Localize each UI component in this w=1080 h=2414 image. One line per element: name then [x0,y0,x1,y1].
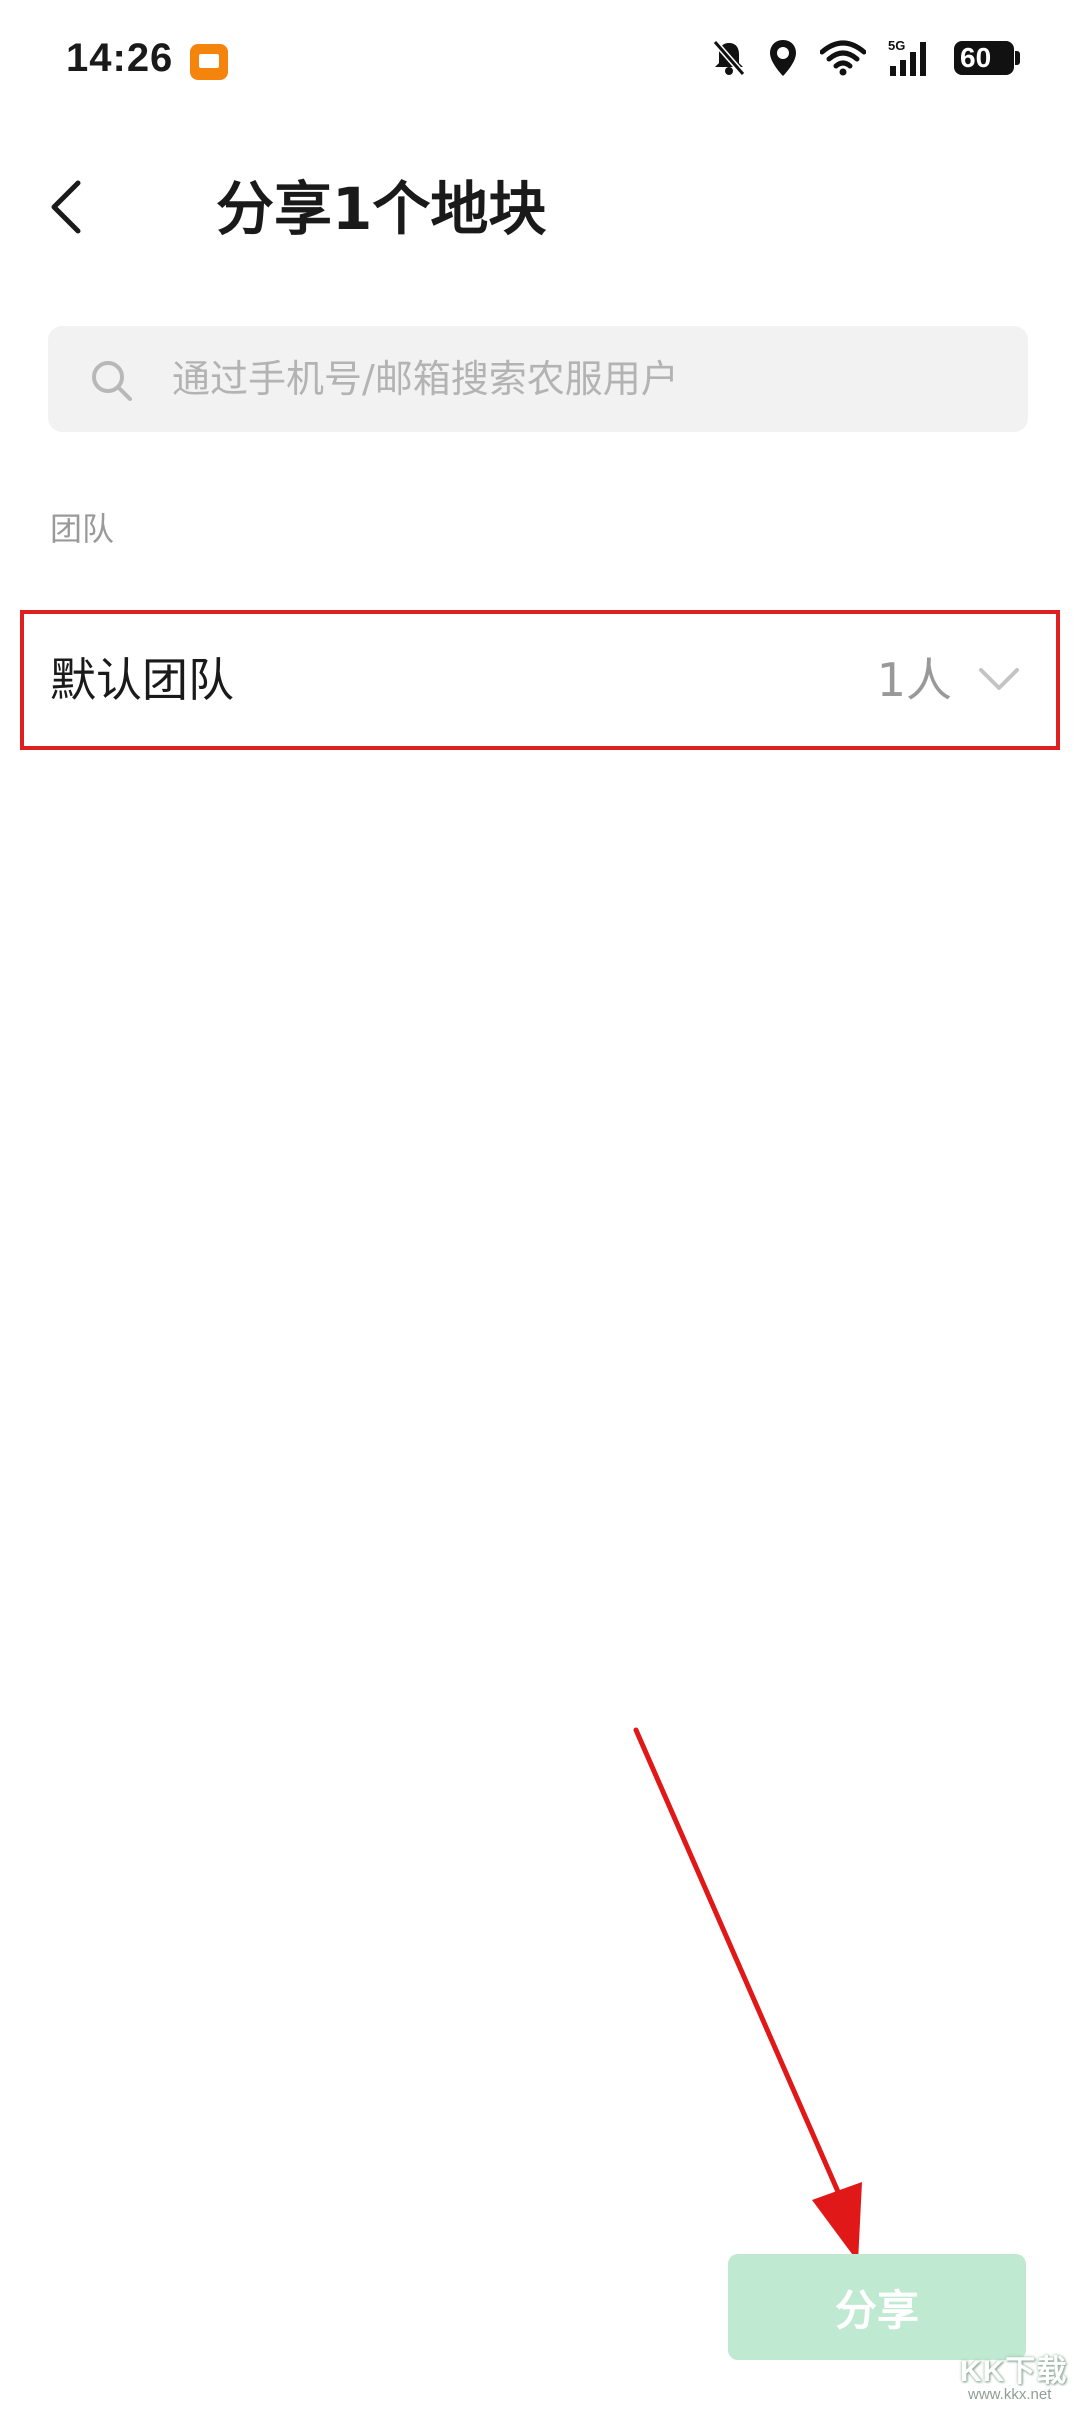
status-bar: 14:26 5G 60 [0,0,1080,120]
bell-off-icon [712,40,746,76]
network-label: 5G [888,38,905,53]
team-name: 默认团队 [50,653,234,707]
battery-level: 60 [960,42,992,73]
watermark-text: KK下载 [960,2355,1068,2388]
battery-icon: 60 [954,41,1020,75]
signal-icon: 5G [888,38,926,76]
section-label-team: 团队 [50,510,115,548]
page-title: 分享1个地块 [216,175,547,243]
search-placeholder: 通过手机号/邮箱搜索农服用户 [172,357,679,401]
chevron-down-icon[interactable] [978,666,1020,692]
share-button[interactable]: 分享 [728,2254,1026,2360]
header: 分享1个地块 [0,150,1080,260]
back-button[interactable] [36,172,96,242]
app-notification-icon [190,44,228,80]
watermark-url: www.kkx.net [968,2386,1052,2403]
team-row-default[interactable]: 默认团队 1人 [20,610,1060,750]
search-input[interactable]: 通过手机号/邮箱搜索农服用户 [48,326,1028,432]
search-icon [92,361,132,401]
chevron-left-icon [51,180,81,234]
team-member-count: 1人 [876,653,952,707]
location-pin-icon [770,40,796,76]
watermark: KK下载 www.kkx.net [960,2346,1072,2410]
status-icons: 5G 60 [712,38,1020,78]
share-button-label: 分享 [834,2285,919,2335]
wifi-icon [820,40,866,76]
status-time: 14:26 [66,36,174,80]
